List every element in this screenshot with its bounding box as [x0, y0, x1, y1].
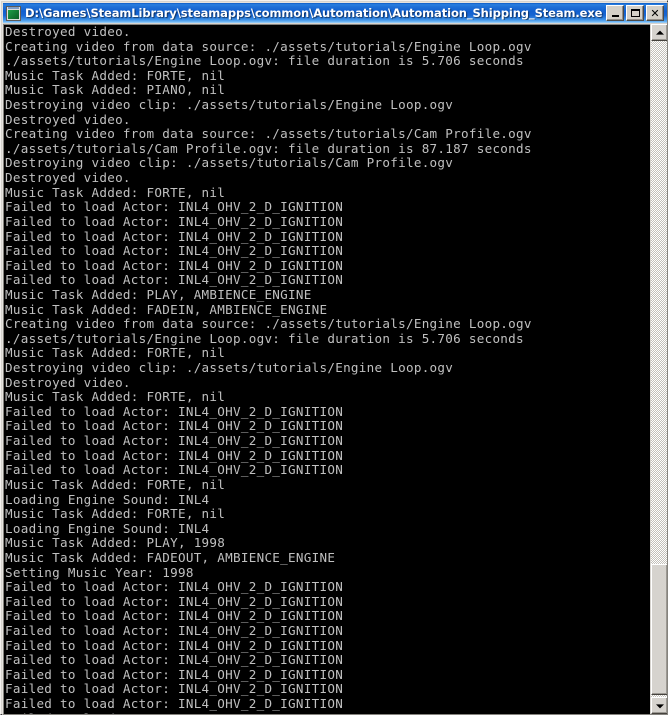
console-line: Music Task Added: FORTE, nil [5, 67, 226, 83]
console-line: Destroyed video. [5, 170, 131, 186]
console-line: Creating video from data source: ./asset… [5, 126, 532, 142]
console-line: Failed to load Actor: INL4_OHV_2_D_IGNIT… [5, 257, 344, 273]
console-line: Music Task Added: FORTE, nil [5, 506, 226, 522]
console-line: Failed to load Actor: INL4_OHV_2_D_IGNIT… [5, 213, 344, 229]
console-line: Failed to load Actor: INL4_OHV_2_D_IGNIT… [5, 637, 344, 653]
console-line: Failed to load Actor: INL4_OHV_2_D_IGNIT… [5, 433, 344, 449]
window-title: D:\Games\SteamLibrary\steamapps\common\A… [25, 6, 603, 20]
console-line: Music Task Added: PLAY, 1998 [5, 535, 226, 551]
console-app-icon [6, 5, 21, 21]
console-line: Destroying video clip: ./assets/tutorial… [5, 360, 454, 376]
console-line: Failed to load Actor: INL4_OHV_2_D_IGNIT… [5, 228, 344, 244]
console-line: Failed to load Actor: INL4_OHV_2_D_IGNIT… [5, 418, 344, 434]
console-line: Failed to load Actor: INL4_OHV_2_D_IGNIT… [5, 711, 650, 714]
title-bar-buttons: ✕ [606, 5, 666, 21]
console-line: Music Task Added: FORTE, nil [5, 476, 226, 492]
console-line: Failed to load Actor: INL4_OHV_2_D_IGNIT… [5, 652, 344, 668]
console-line: Failed to load Actor: INL4_OHV_2_D_IGNIT… [5, 403, 344, 419]
console-client-area: Destroyed video. Creating video from data… [3, 24, 668, 714]
close-icon: ✕ [650, 6, 660, 20]
console-line: Creating video from data source: ./asset… [5, 316, 532, 332]
console-line: Destroying video clip: ./assets/tutorial… [5, 155, 454, 171]
console-line: ./assets/tutorials/Cam Profile.ogv: file… [5, 140, 532, 156]
console-line: Music Task Added: PLAY, AMBIENCE_ENGINE [5, 286, 312, 302]
console-line: Music Task Added: FORTE, nil [5, 345, 226, 361]
chevron-down-icon [655, 703, 664, 708]
console-line: Loading Engine Sound: INL4 [5, 520, 210, 536]
console-line: Music Task Added: FADEOUT, AMBIENCE_ENGI… [5, 549, 336, 565]
console-line: Creating video from data source: ./asset… [5, 38, 532, 54]
console-line: Failed to load Actor: INL4_OHV_2_D_IGNIT… [5, 272, 344, 288]
close-button[interactable]: ✕ [646, 5, 664, 21]
console-line: Destroying video clip: ./assets/tutorial… [5, 97, 454, 113]
console-line: Failed to load Actor: INL4_OHV_2_D_IGNIT… [5, 579, 344, 595]
scroll-up-button[interactable] [651, 24, 668, 41]
console-line: Failed to load Actor: INL4_OHV_2_D_IGNIT… [5, 681, 344, 697]
console-line: Failed to load Actor: INL4_OHV_2_D_IGNIT… [5, 447, 344, 463]
console-output: Destroyed video. Creating video from data… [5, 25, 650, 714]
console-line: Destroyed video. [5, 374, 131, 390]
chevron-up-icon [655, 30, 664, 35]
console-line: Destroyed video. [5, 25, 131, 39]
console-line: Setting Music Year: 1998 [5, 564, 194, 580]
console-line: Failed to load Actor: INL4_OHV_2_D_IGNIT… [5, 696, 344, 712]
console-line: Music Task Added: PIANO, nil [5, 82, 226, 98]
console-line: ./assets/tutorials/Engine Loop.ogv: file… [5, 53, 524, 69]
console-line: Music Task Added: FORTE, nil [5, 184, 226, 200]
console-line: Failed to load Actor: INL4_OHV_2_D_IGNIT… [5, 608, 344, 624]
console-line: Loading Engine Sound: INL4 [5, 491, 210, 507]
minimize-button[interactable] [606, 5, 624, 21]
console-text-frame[interactable]: Destroyed video. Creating video from data… [3, 24, 650, 714]
console-line: Failed to load Actor: INL4_OHV_2_D_IGNIT… [5, 622, 344, 638]
maximize-button[interactable] [626, 5, 644, 21]
console-line: Destroyed video. [5, 111, 131, 127]
maximize-icon [627, 6, 643, 20]
console-window[interactable]: D:\Games\SteamLibrary\steamapps\common\A… [0, 0, 668, 715]
scrollbar-thumb[interactable] [651, 564, 668, 695]
console-line: Music Task Added: FORTE, nil [5, 389, 226, 405]
console-line: Failed to load Actor: INL4_OHV_2_D_IGNIT… [5, 462, 344, 478]
console-line: Music Task Added: FADEIN, AMBIENCE_ENGIN… [5, 301, 328, 317]
scroll-down-button[interactable] [651, 697, 668, 714]
title-bar[interactable]: D:\Games\SteamLibrary\steamapps\common\A… [3, 3, 667, 23]
vertical-scrollbar[interactable] [650, 24, 668, 714]
console-line: Failed to load Actor: INL4_OHV_2_D_IGNIT… [5, 199, 344, 215]
console-line: Failed to load Actor: INL4_OHV_2_D_IGNIT… [5, 243, 344, 259]
console-line: Failed to load Actor: INL4_OHV_2_D_IGNIT… [5, 666, 344, 682]
console-line: Failed to load Actor: INL4_OHV_2_D_IGNIT… [5, 593, 344, 609]
minimize-icon [607, 6, 623, 20]
console-line: ./assets/tutorials/Engine Loop.ogv: file… [5, 330, 524, 346]
